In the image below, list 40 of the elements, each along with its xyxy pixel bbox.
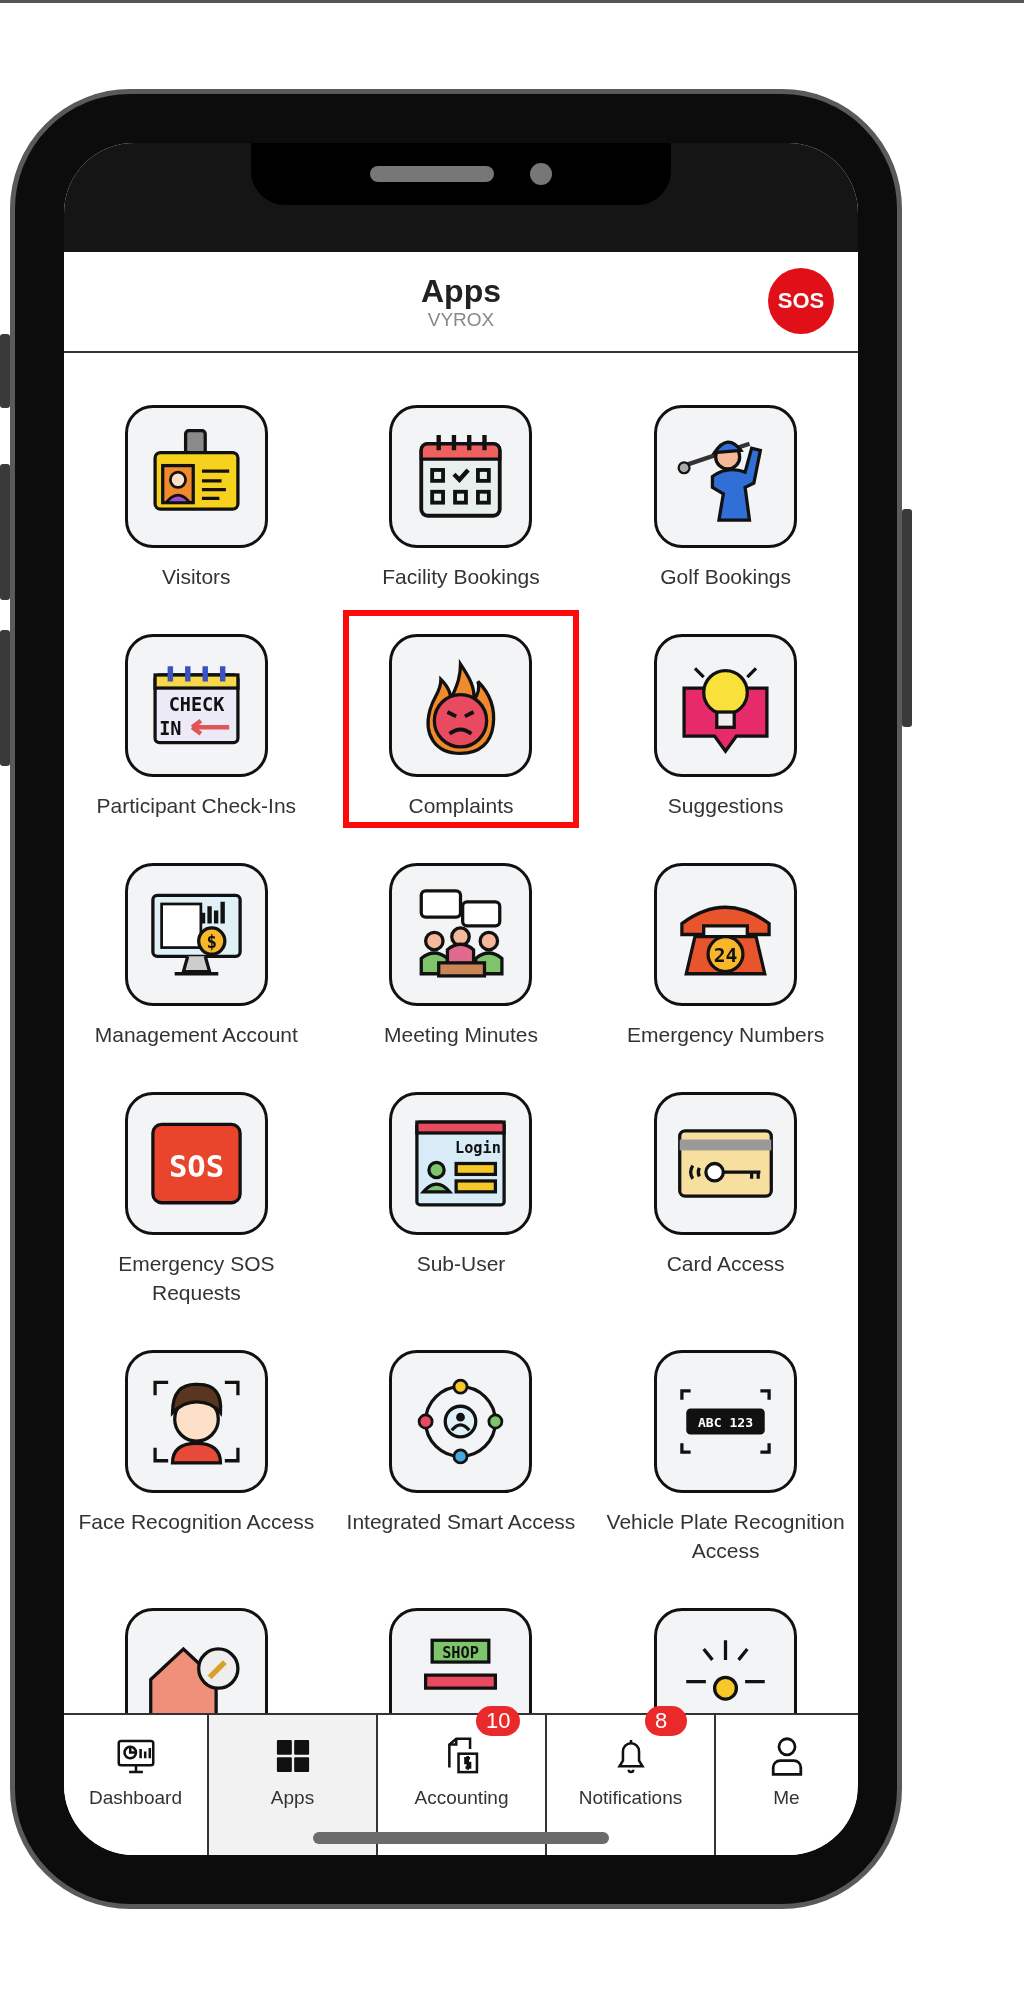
app-tile[interactable]: [389, 1350, 533, 1493]
app-label: Visitors: [162, 564, 231, 590]
tab-item[interactable]: Me: [714, 1715, 857, 1855]
app-tile[interactable]: [654, 634, 798, 777]
app-label: Suggestions: [667, 793, 784, 819]
sos-button[interactable]: SOS: [768, 268, 834, 334]
app-label: Facility Bookings: [382, 564, 540, 590]
app-tile[interactable]: ABC 123: [654, 1350, 798, 1493]
app-label: Emergency Numbers: [627, 1022, 825, 1048]
page-title: Apps: [421, 272, 501, 309]
page-subtitle: VYROX: [427, 308, 495, 331]
app-tile[interactable]: [654, 1608, 798, 1713]
tab-item[interactable]: Apps: [207, 1715, 376, 1855]
app-label: Integrated Smart Access: [346, 1509, 576, 1535]
app-label: Participant Check-Ins: [96, 793, 297, 819]
app-tile[interactable]: [654, 405, 798, 548]
app-tile[interactable]: [124, 405, 268, 548]
app-tile[interactable]: 24: [654, 863, 798, 1006]
app-tile[interactable]: [389, 634, 533, 777]
app-tile[interactable]: [124, 1608, 268, 1713]
app-tile[interactable]: Login: [389, 1092, 533, 1235]
app-label: Card Access: [666, 1251, 785, 1277]
app-tile[interactable]: [389, 863, 533, 1006]
app-label: Meeting Minutes: [383, 1022, 539, 1048]
app-label: Golf Bookings: [660, 564, 792, 590]
count-badge: 8: [645, 1706, 687, 1736]
app-label: Emergency SOS Requests: [117, 1251, 276, 1306]
app-label: Complaints: [408, 793, 514, 819]
app-tile[interactable]: [654, 1092, 798, 1235]
app-label: Management Account: [94, 1022, 298, 1048]
app-label: Sub-User: [416, 1251, 506, 1277]
app-label: Face Recognition Access: [78, 1509, 315, 1535]
app-label: Vehicle Plate Recognition Access: [605, 1509, 846, 1564]
camera-dot: [530, 163, 552, 185]
app-tile[interactable]: SHOP: [389, 1608, 533, 1713]
app-tile[interactable]: SOS: [124, 1092, 268, 1235]
app-tile[interactable]: CHECK IN: [124, 634, 268, 777]
app-tile[interactable]: [124, 1350, 268, 1493]
app-tile[interactable]: [389, 405, 533, 548]
app-tile[interactable]: $: [124, 863, 268, 1006]
